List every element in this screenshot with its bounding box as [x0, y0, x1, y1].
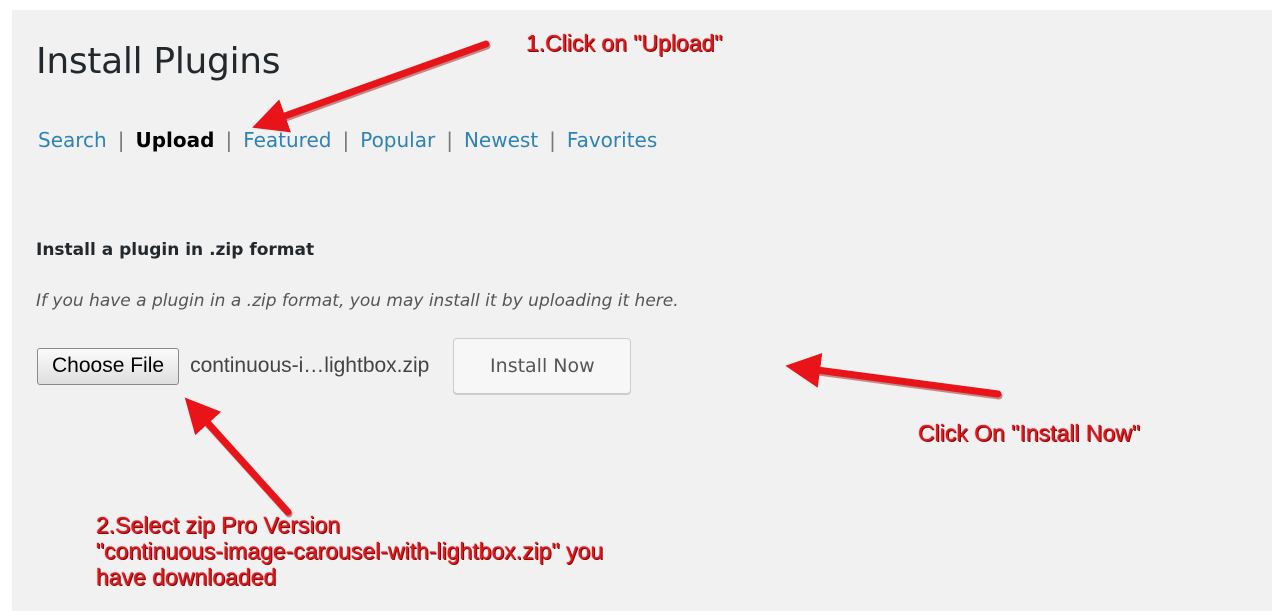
separator: |: [225, 128, 233, 152]
plugin-filter-nav: Search | Upload | Featured | Popular | N…: [38, 124, 657, 156]
filter-newest-link[interactable]: Newest: [464, 128, 538, 152]
filter-featured-link[interactable]: Featured: [243, 128, 331, 152]
separator: |: [117, 128, 125, 152]
annotation-step-1: 1.Click on "Upload": [526, 30, 723, 56]
separator: |: [342, 128, 350, 152]
annotation-step-2-line-1: 2.Select zip Pro Version: [96, 512, 341, 538]
separator: |: [549, 128, 556, 152]
filter-popular-link[interactable]: Popular: [360, 128, 435, 152]
annotation-step-2-line-3: have downloaded: [96, 564, 277, 590]
upload-form: Choose File continuous-i…lightbox.zip In…: [37, 338, 632, 394]
separator: |: [446, 128, 453, 152]
chosen-file-name: continuous-i…lightbox.zip: [190, 354, 430, 377]
upload-section-heading: Install a plugin in .zip format: [36, 240, 315, 260]
page-title: Install Plugins: [36, 41, 281, 82]
filter-search-link[interactable]: Search: [38, 128, 107, 152]
install-now-button[interactable]: Install Now: [453, 338, 632, 394]
annotation-step-3: Click On "Install Now": [918, 420, 1141, 446]
annotation-step-2: 2.Select zip Pro Version "continuous-ima…: [96, 512, 603, 590]
filter-favorites-link[interactable]: Favorites: [567, 128, 657, 152]
choose-file-button[interactable]: Choose File: [37, 347, 180, 385]
upload-section-description: If you have a plugin in a .zip format, y…: [36, 291, 679, 311]
filter-upload-link[interactable]: Upload: [135, 128, 214, 152]
annotation-step-2-line-2: "continuous-image-carousel-with-lightbox…: [96, 538, 604, 564]
